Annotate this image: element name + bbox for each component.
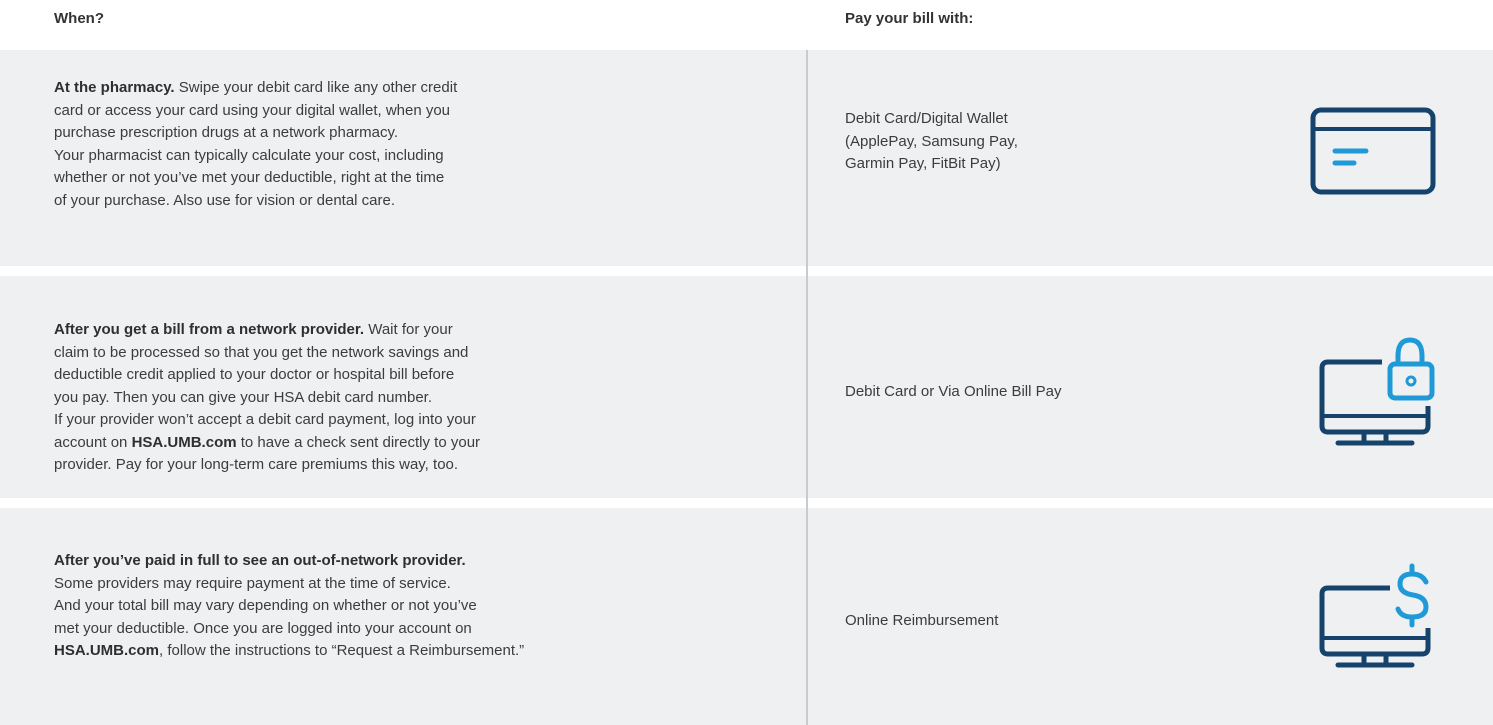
- row-body-text: Swipe your debit card like any other cre…: [54, 79, 458, 209]
- column-divider: [806, 50, 808, 725]
- payment-method: Debit Card or Via Online Bill Pay: [845, 383, 1062, 400]
- computer-lock-icon: [1319, 337, 1435, 446]
- payment-method: Online Reimbursement: [845, 612, 999, 629]
- column-header-when: When?: [54, 10, 104, 27]
- hsa-link[interactable]: HSA.UMB.com: [54, 642, 159, 659]
- computer-dollar-icon: [1319, 563, 1431, 668]
- payment-method: Debit Card/Digital Wallet (ApplePay, Sam…: [845, 110, 1018, 172]
- row-description: At the pharmacy. Swipe your debit card l…: [54, 77, 744, 212]
- row-body-text: Wait for your claim to be processed so t…: [54, 321, 476, 451]
- row-body-text: Some providers may require payment at th…: [54, 574, 477, 637]
- column-header-pay-with: Pay your bill with:: [845, 10, 974, 27]
- row-description: After you get a bill from a network prov…: [54, 319, 744, 477]
- row-lead: After you’ve paid in full to see an out-…: [54, 552, 466, 569]
- hsa-link[interactable]: HSA.UMB.com: [132, 434, 237, 451]
- row-lead: At the pharmacy.: [54, 79, 175, 96]
- row-lead: After you get a bill from a network prov…: [54, 321, 365, 338]
- credit-card-icon: [1310, 107, 1436, 195]
- row-body-text: , follow the instructions to “Request a …: [159, 642, 525, 659]
- table-row-out-of-network: After you’ve paid in full to see an out-…: [0, 508, 1493, 725]
- table-row-network-provider: After you get a bill from a network prov…: [0, 276, 1493, 498]
- table-row-pharmacy: At the pharmacy. Swipe your debit card l…: [0, 50, 1493, 266]
- row-description: After you’ve paid in full to see an out-…: [54, 550, 744, 663]
